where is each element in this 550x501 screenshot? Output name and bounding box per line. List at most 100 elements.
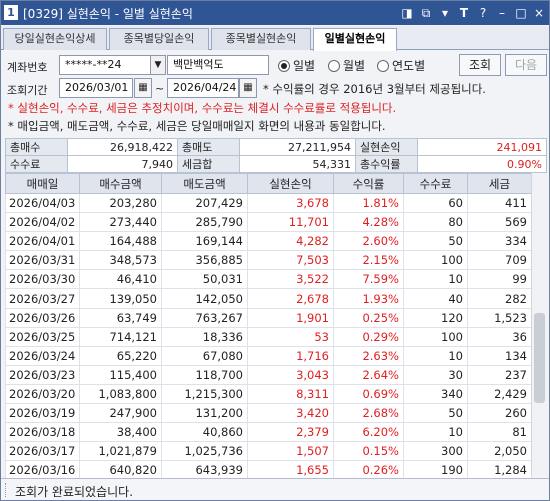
table-cell: 300 <box>403 441 468 462</box>
column-header[interactable]: 수수료 <box>403 173 468 194</box>
table-cell: 2026/03/25 <box>5 326 80 347</box>
window-number-badge: 1 <box>4 5 18 20</box>
summary-value: 26,918,422 <box>67 138 178 156</box>
table-row[interactable]: 2026/03/17 1,021,879 1,025,736 1,507 0.15% 30… <box>5 441 532 462</box>
table-cell: 2026/03/27 <box>5 288 80 309</box>
table-cell: 2,050 <box>467 441 532 462</box>
table-row[interactable]: 2026/04/01 164,488 169,144 4,282 2.60% 50 334 <box>5 231 532 252</box>
table-cell: 1.93% <box>333 288 404 309</box>
table-row[interactable]: 2026/03/26 63,749 763,267 1,901 0.25% 120 1,52… <box>5 307 532 328</box>
table-cell: 11,701 <box>247 212 334 233</box>
link-icon[interactable]: ◨ <box>399 5 415 21</box>
table-cell: 3,420 <box>247 403 334 424</box>
table-cell: 99 <box>467 269 532 290</box>
table-cell: 2026/04/03 <box>5 192 80 214</box>
summary-value: 241,091 <box>417 138 547 156</box>
table-row[interactable]: 2026/04/03 203,280 207,429 3,678 1.81% 60 411 <box>5 192 532 214</box>
radio-yearly[interactable]: 연도별 <box>377 58 425 74</box>
table-cell: 0.29% <box>333 326 404 347</box>
table-row[interactable]: 2026/03/25 714,121 18,336 53 0.29% 100 36 <box>5 326 532 347</box>
radio-monthly-label: 월별 <box>343 59 366 73</box>
window-title: [0329] 실현손익 - 일별 실현손익 <box>23 7 193 21</box>
dropdown-icon[interactable]: ▾ <box>437 5 453 21</box>
font-icon[interactable]: T <box>456 5 472 21</box>
tab-daily-realized[interactable]: 일별실현손익 <box>313 28 397 51</box>
table-cell: 115,400 <box>79 364 162 385</box>
table-cell: 80 <box>403 212 468 233</box>
table-cell: 50,031 <box>161 269 248 290</box>
table-cell: 40,860 <box>161 422 248 443</box>
tilde: ~ <box>155 82 165 95</box>
table-cell: 2026/03/23 <box>5 364 80 385</box>
tab-item-daily[interactable]: 종목별당일손익 <box>109 28 209 50</box>
tab-daily-detail[interactable]: 당일실현손익상세 <box>3 28 107 50</box>
vertical-scrollbar[interactable] <box>531 173 547 475</box>
table-row[interactable]: 2026/04/02 273,440 285,790 11,701 4.28% 80 569 <box>5 212 532 233</box>
title-bar: 1 [0329] 실현손익 - 일별 실현손익 ◨ ⧉ ▾ T ? – □ × <box>1 1 549 25</box>
table-row[interactable]: 2026/03/20 1,083,800 1,215,300 8,311 0.69% 34… <box>5 383 532 405</box>
table-cell: 10 <box>403 345 468 366</box>
maximize-icon[interactable]: □ <box>513 5 529 21</box>
column-header[interactable]: 매매일 <box>5 173 80 194</box>
table-row[interactable]: 2026/03/23 115,400 118,700 3,043 2.64% 30 237 <box>5 364 532 385</box>
table-cell: 2.68% <box>333 403 404 424</box>
table-cell: 164,488 <box>79 231 162 252</box>
table-cell: 30 <box>403 364 468 385</box>
radio-daily-label: 일별 <box>293 59 316 73</box>
table-cell: 1.81% <box>333 192 404 214</box>
return-rate-note: * 수익률의 경우 2016년 3월부터 제공됩니다. <box>263 82 486 96</box>
scrollbar-thumb[interactable] <box>534 313 545 403</box>
column-header[interactable]: 세금 <box>467 173 532 194</box>
table-cell: 2026/03/30 <box>5 269 80 290</box>
table-cell: 2.15% <box>333 250 404 271</box>
tab-item-realized[interactable]: 종목별실현손익 <box>211 28 311 50</box>
radio-daily[interactable]: 일별 <box>278 58 315 74</box>
table-cell: 2026/03/19 <box>5 403 80 424</box>
table-cell: 0.25% <box>333 307 404 328</box>
account-name-field: 백만백억도 <box>167 55 269 75</box>
copy-window-icon[interactable]: ⧉ <box>418 5 434 21</box>
date-to-input[interactable]: 2026/04/24 <box>167 78 239 98</box>
help-icon[interactable]: ? <box>475 5 491 21</box>
column-header[interactable]: 매수금액 <box>79 173 162 194</box>
table-cell: 6.20% <box>333 422 404 443</box>
table-cell: 67,080 <box>161 345 248 366</box>
table-cell: 2026/03/31 <box>5 250 80 271</box>
table-cell: 100 <box>403 326 468 347</box>
main-window: 1 [0329] 실현손익 - 일별 실현손익 ◨ ⧉ ▾ T ? – □ × … <box>0 0 550 501</box>
account-dropdown-icon[interactable]: ▼ <box>150 55 166 75</box>
table-cell: 10 <box>403 269 468 290</box>
column-header[interactable]: 매도금액 <box>161 173 248 194</box>
table-row[interactable]: 2026/03/19 247,900 131,200 3,420 2.68% 50 260 <box>5 403 532 424</box>
table-cell: 8,311 <box>247 383 334 405</box>
table-row[interactable]: 2026/03/18 38,400 40,860 2,379 6.20% 10 81 <box>5 422 532 443</box>
table-cell: 46,410 <box>79 269 162 290</box>
table-row[interactable]: 2026/03/27 139,050 142,050 2,678 1.93% 40 282 <box>5 288 532 309</box>
date-from-input[interactable]: 2026/03/01 <box>59 78 133 98</box>
account-input[interactable]: *****-**24 <box>59 55 151 75</box>
minimize-icon[interactable]: – <box>494 5 510 21</box>
table-cell: 569 <box>467 212 532 233</box>
table-cell: 2026/03/24 <box>5 345 80 366</box>
summary-label: 총매도 <box>177 138 240 156</box>
calendar-icon[interactable]: ▦ <box>134 78 152 98</box>
table-cell: 2.60% <box>333 231 404 252</box>
table-cell: 356,885 <box>161 250 248 271</box>
table-cell: 7,503 <box>247 250 334 271</box>
query-button[interactable]: 조회 <box>459 54 501 76</box>
status-bar: 조회가 완료되었습니다. <box>1 478 549 500</box>
close-icon[interactable]: × <box>531 5 547 21</box>
column-header[interactable]: 수익률 <box>333 173 404 194</box>
table-cell: 100 <box>403 250 468 271</box>
summary-value: 27,211,954 <box>239 138 356 156</box>
table-row[interactable]: 2026/03/24 65,220 67,080 1,716 2.63% 10 134 <box>5 345 532 366</box>
summary-label: 총수익률 <box>355 155 418 173</box>
table-cell: 2026/04/02 <box>5 212 80 233</box>
table-row[interactable]: 2026/03/30 46,410 50,031 3,522 7.59% 10 99 <box>5 269 532 290</box>
calendar-icon[interactable]: ▦ <box>239 78 257 98</box>
radio-monthly[interactable]: 월별 <box>328 58 365 74</box>
table-row[interactable]: 2026/03/31 348,573 356,885 7,503 2.15% 100 709 <box>5 250 532 271</box>
column-header[interactable]: 실현손익 <box>247 173 334 194</box>
table-cell: 120 <box>403 307 468 328</box>
next-button[interactable]: 다음 <box>505 54 547 76</box>
